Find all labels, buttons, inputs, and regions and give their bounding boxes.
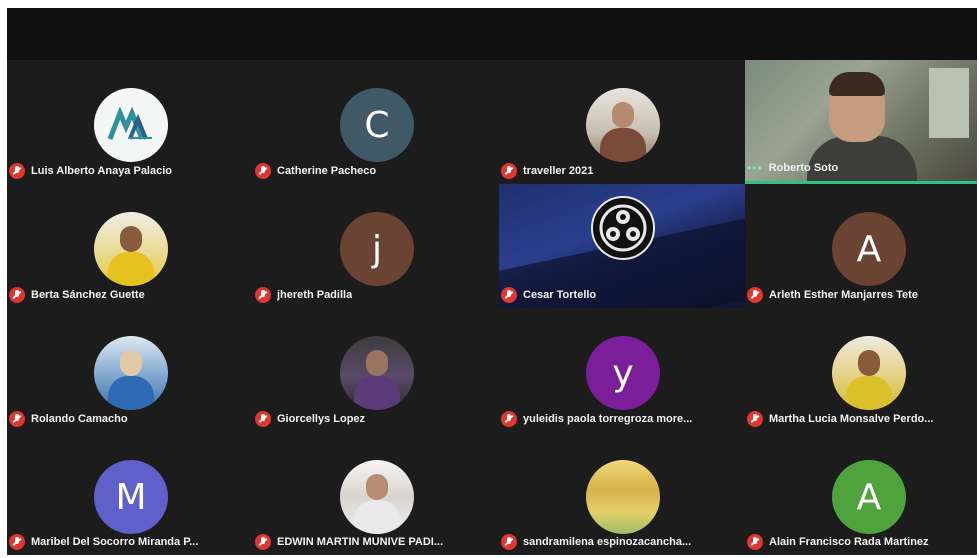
participant-tile[interactable]: traveller 2021 <box>499 60 745 184</box>
participant-name: Alain Francisco Rada Martinez <box>769 536 929 548</box>
body-shape <box>846 376 892 410</box>
participant-name-row: Luis Alberto Anaya Palacio <box>9 162 172 180</box>
mic-muted-icon <box>9 163 25 179</box>
body-shape <box>108 376 154 410</box>
face-shape <box>120 350 142 376</box>
participant-name-row: traveller 2021 <box>501 162 593 180</box>
profile-photo-avatar <box>94 336 168 410</box>
mic-muted-icon <box>255 534 271 550</box>
participant-name: yuleidis paola torregroza more... <box>523 413 693 425</box>
participant-name-row: sandramilena espinozacancha... <box>501 533 691 551</box>
participant-tile[interactable]: Martha Lucia Monsalve Perdo... <box>745 308 977 432</box>
mic-muted-icon <box>501 411 517 427</box>
participant-name-row: Maribel Del Socorro Miranda P... <box>9 533 198 551</box>
participant-name: Luis Alberto Anaya Palacio <box>31 165 173 177</box>
letter-avatar: C <box>340 88 414 162</box>
letter-avatar: A <box>832 460 906 534</box>
participant-name: EDWIN MARTIN MUNIVE PADI... <box>277 536 444 548</box>
body-shape <box>600 128 646 162</box>
active-speaker-video-tile[interactable]: ••• Roberto Soto <box>745 60 977 184</box>
more-options-icon[interactable]: ••• <box>747 161 763 175</box>
profile-photo-avatar <box>586 460 660 534</box>
participant-name-row: Alain Francisco Rada Martinez <box>747 533 929 551</box>
participant-tile[interactable]: A Alain Francisco Rada Martinez <box>745 432 977 555</box>
participant-name: traveller 2021 <box>523 165 594 177</box>
participant-name: Rolando Camacho <box>31 413 128 425</box>
participant-name-row: jhereth Padilla <box>255 286 352 304</box>
letter-avatar: j <box>340 212 414 286</box>
participant-tile[interactable]: Giorcellys Lopez <box>253 308 499 432</box>
mic-muted-icon <box>9 534 25 550</box>
participant-name: jhereth Padilla <box>277 289 353 301</box>
participant-tile[interactable]: EDWIN MARTIN MUNIVE PADI... <box>253 432 499 555</box>
face-shape <box>366 350 388 376</box>
mic-muted-icon <box>255 163 271 179</box>
participant-name-row: Cesar Tortello <box>501 286 596 304</box>
mic-muted-icon <box>9 411 25 427</box>
participant-tile[interactable]: Luis Alberto Anaya Palacio <box>7 60 253 184</box>
participant-name-row: Arleth Esther Manjarres Tete <box>747 286 918 304</box>
profile-photo-avatar <box>340 336 414 410</box>
participant-name-row: Rolando Camacho <box>9 410 128 428</box>
participant-name-row: Giorcellys Lopez <box>255 410 365 428</box>
profile-photo-avatar <box>94 212 168 286</box>
participant-name: Giorcellys Lopez <box>277 413 366 425</box>
face-shape <box>120 226 142 252</box>
profile-photo-avatar <box>832 336 906 410</box>
participant-name: Martha Lucia Monsalve Perdo... <box>769 413 934 425</box>
participant-name-row: Catherine Pacheco <box>255 162 376 180</box>
mic-muted-icon <box>501 163 517 179</box>
participant-name-row: EDWIN MARTIN MUNIVE PADI... <box>255 533 443 551</box>
obs-logo-icon <box>599 204 647 252</box>
mic-muted-icon <box>747 534 763 550</box>
mic-muted-icon <box>255 411 271 427</box>
participant-name: sandramilena espinozacancha... <box>523 536 692 548</box>
participant-tile[interactable]: A Arleth Esther Manjarres Tete <box>745 184 977 308</box>
face-shape <box>366 474 388 500</box>
participant-tile[interactable]: j jhereth Padilla <box>253 184 499 308</box>
screen-share-tile[interactable]: Cesar Tortello <box>499 184 745 308</box>
logo-icon <box>107 107 152 140</box>
meeting-window: Luis Alberto Anaya Palacio C Catherine P… <box>0 0 979 558</box>
top-bar <box>7 8 977 60</box>
body-shape <box>108 252 154 286</box>
video-hair-shape <box>829 72 885 96</box>
obs-logo-avatar <box>591 196 655 260</box>
letter-avatar: y <box>586 336 660 410</box>
letter-avatar: M <box>94 460 168 534</box>
participant-name-row: Berta Sánchez Guette <box>9 286 145 304</box>
mic-muted-icon <box>501 534 517 550</box>
mic-muted-icon <box>9 287 25 303</box>
participant-name: Cesar Tortello <box>523 289 597 301</box>
participant-tile[interactable]: C Catherine Pacheco <box>253 60 499 184</box>
mic-muted-icon <box>255 287 271 303</box>
participant-tile[interactable]: Rolando Camacho <box>7 308 253 432</box>
face-shape <box>612 102 634 128</box>
mic-muted-icon <box>501 287 517 303</box>
participant-tile[interactable]: Berta Sánchez Guette <box>7 184 253 308</box>
participant-name-row: Martha Lucia Monsalve Perdo... <box>747 410 933 428</box>
profile-photo-avatar <box>586 88 660 162</box>
background-window <box>929 68 969 138</box>
participant-tile[interactable]: M Maribel Del Socorro Miranda P... <box>7 432 253 555</box>
letter-avatar: A <box>832 212 906 286</box>
participant-name: Berta Sánchez Guette <box>31 289 145 301</box>
body-shape <box>354 376 400 410</box>
face-shape <box>858 350 880 376</box>
mic-muted-icon <box>747 287 763 303</box>
body-shape <box>354 500 400 534</box>
company-logo-avatar <box>94 88 168 162</box>
participant-gallery: Luis Alberto Anaya Palacio C Catherine P… <box>7 60 977 555</box>
participant-tile[interactable]: sandramilena espinozacancha... <box>499 432 745 555</box>
participant-name-row: yuleidis paola torregroza more... <box>501 410 692 428</box>
participant-name: Maribel Del Socorro Miranda P... <box>31 536 199 548</box>
participant-name-row: ••• Roberto Soto <box>747 159 838 177</box>
participant-name: Catherine Pacheco <box>277 165 377 177</box>
profile-photo-avatar <box>340 460 414 534</box>
mic-muted-icon <box>747 411 763 427</box>
participant-tile[interactable]: y yuleidis paola torregroza more... <box>499 308 745 432</box>
participant-name: Arleth Esther Manjarres Tete <box>769 289 918 301</box>
participant-name: Roberto Soto <box>768 162 839 174</box>
